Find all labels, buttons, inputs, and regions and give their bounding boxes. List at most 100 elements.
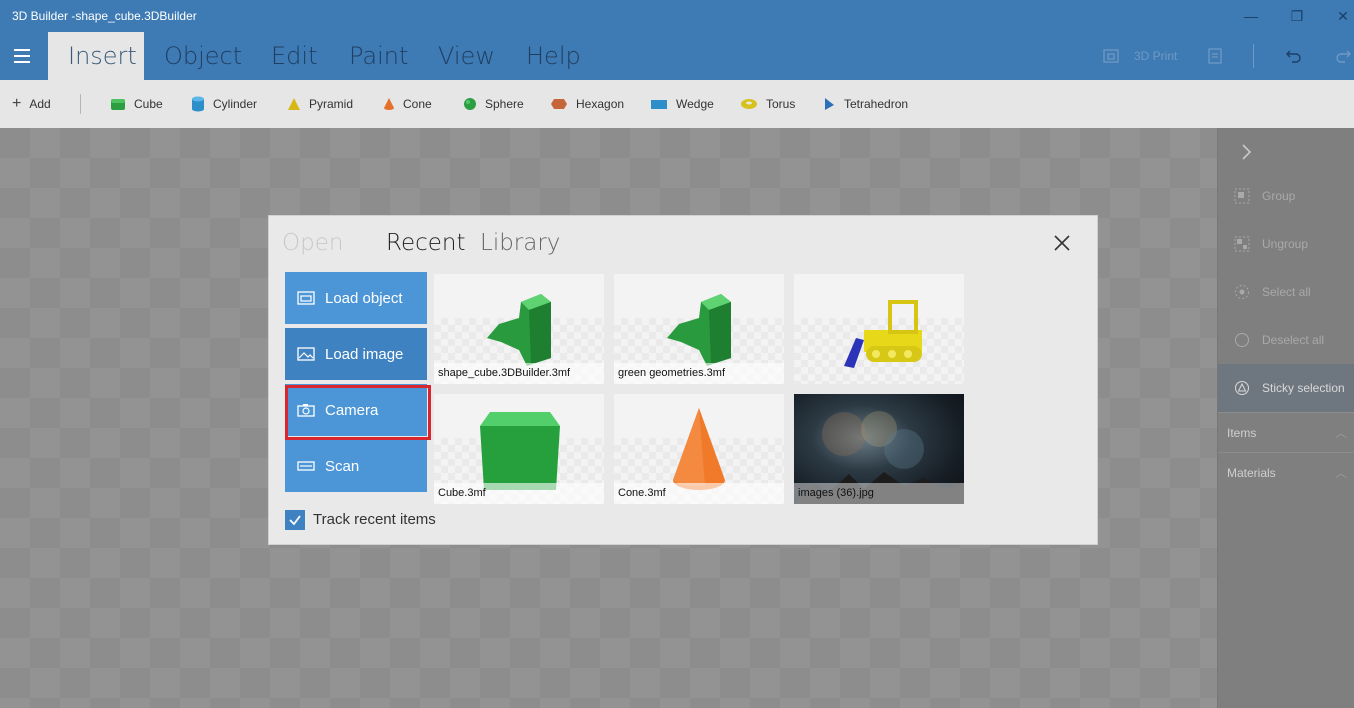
toolbar-divider xyxy=(80,94,81,114)
track-recent-checkbox[interactable] xyxy=(285,510,305,530)
sticky-selection-label: Sticky selection xyxy=(1262,381,1345,395)
group-label: Group xyxy=(1262,189,1296,203)
cone-label: Cone xyxy=(403,97,432,111)
recent-item-image[interactable]: images (36).jpg xyxy=(794,394,964,504)
group-button[interactable]: Group xyxy=(1218,172,1354,220)
ungroup-icon xyxy=(1234,236,1250,252)
folder-icon xyxy=(297,291,315,305)
select-all-icon xyxy=(1235,285,1249,299)
materials-section[interactable]: Materials ︿ xyxy=(1218,452,1354,492)
close-window-button[interactable]: ✕ xyxy=(1320,0,1354,32)
tab-open[interactable]: Open xyxy=(282,230,343,256)
wedge-label: Wedge xyxy=(676,97,714,111)
tab-help[interactable]: Help xyxy=(506,32,601,80)
close-icon xyxy=(1054,235,1070,251)
recent-item-bulldozer[interactable] xyxy=(794,274,964,384)
camera-highlight-box xyxy=(285,385,431,440)
checkmark-icon xyxy=(289,515,301,526)
green-shape-thumbnail xyxy=(667,294,731,366)
recent-item-caption: Cube.3mf xyxy=(434,483,604,504)
insert-hexagon-button[interactable]: Hexagon xyxy=(550,80,624,128)
collapse-panel-button[interactable] xyxy=(1234,140,1258,164)
wedge-icon xyxy=(651,100,667,109)
torus-label: Torus xyxy=(766,97,796,111)
insert-pyramid-button[interactable]: Pyramid xyxy=(287,80,353,128)
plus-icon: + xyxy=(12,95,22,112)
recent-item-green-geometries[interactable]: green geometries.3mf xyxy=(614,274,784,384)
open-dialog: Open Recent Library Load object Load ima… xyxy=(269,216,1097,544)
sphere-label: Sphere xyxy=(485,97,524,111)
insert-wedge-button[interactable]: Wedge xyxy=(650,80,714,128)
recent-item-cone[interactable]: Cone.3mf xyxy=(614,394,784,504)
undo-icon xyxy=(1286,50,1301,63)
cylinder-icon xyxy=(192,96,204,112)
ungroup-button[interactable]: Ungroup xyxy=(1218,220,1354,268)
recent-item-cube[interactable]: Cube.3mf xyxy=(434,394,604,504)
sticky-selection-button[interactable]: Sticky selection xyxy=(1218,364,1354,412)
load-object-label: Load object xyxy=(325,289,403,307)
insert-cone-button[interactable]: Cone xyxy=(383,80,432,128)
deselect-all-label: Deselect all xyxy=(1262,333,1325,347)
right-panel: Group Ungroup Select all Deselect all St… xyxy=(1217,128,1354,708)
cube-icon xyxy=(111,99,125,110)
scan-label: Scan xyxy=(325,457,360,475)
select-all-label: Select all xyxy=(1262,285,1311,299)
hamburger-menu-icon[interactable] xyxy=(0,32,44,80)
title-bar: 3D Builder -shape_cube.3DBuilder — ❐ ✕ xyxy=(0,0,1354,32)
scan-button[interactable]: Scan xyxy=(285,440,427,492)
insert-tetrahedron-button[interactable]: Tetrahedron xyxy=(822,80,908,128)
group-icon xyxy=(1234,188,1250,204)
recent-item-caption: images (36).jpg xyxy=(794,483,964,504)
minimize-button[interactable]: — xyxy=(1228,0,1274,32)
load-image-button[interactable]: Load image xyxy=(285,328,427,380)
insert-cube-button[interactable]: Cube xyxy=(110,80,163,128)
redo-button[interactable] xyxy=(1334,32,1352,80)
print-3d-label: 3D Print xyxy=(1134,49,1178,63)
items-section[interactable]: Items ︿ xyxy=(1218,412,1354,452)
tab-edit[interactable]: Edit xyxy=(251,32,337,80)
materials-section-label: Materials xyxy=(1227,465,1276,480)
tab-recent[interactable]: Recent xyxy=(386,230,466,256)
green-shape-thumbnail xyxy=(487,294,551,366)
dialog-close-button[interactable] xyxy=(1051,232,1073,254)
tab-paint[interactable]: Paint xyxy=(329,32,428,80)
cylinder-label: Cylinder xyxy=(213,97,258,111)
send-print-button[interactable] xyxy=(1206,32,1224,80)
ribbon: Insert Object Edit Paint View Help 3D Pr… xyxy=(0,32,1354,80)
pyramid-label: Pyramid xyxy=(309,97,354,111)
items-section-label: Items xyxy=(1227,425,1257,440)
tab-object[interactable]: Object xyxy=(144,32,262,80)
add-button[interactable]: + Add xyxy=(12,80,51,128)
image-icon xyxy=(297,347,315,361)
ribbon-divider xyxy=(1253,44,1254,68)
restore-button[interactable]: ❐ xyxy=(1274,0,1320,32)
load-image-label: Load image xyxy=(325,345,404,363)
print-3d-button[interactable]: 3D Print xyxy=(1102,32,1177,80)
sticky-selection-icon xyxy=(1235,381,1249,395)
window-title: 3D Builder -shape_cube.3DBuilder xyxy=(12,9,197,23)
redo-icon xyxy=(1336,50,1351,63)
undo-button[interactable] xyxy=(1285,32,1303,80)
hexagon-icon xyxy=(551,99,567,109)
green-cube-thumbnail xyxy=(480,412,560,490)
select-all-button[interactable]: Select all xyxy=(1218,268,1354,316)
load-object-button[interactable]: Load object xyxy=(285,272,427,324)
deselect-all-icon xyxy=(1235,333,1249,347)
pyramid-icon xyxy=(288,98,300,110)
insert-cylinder-button[interactable]: Cylinder xyxy=(191,80,257,128)
tab-library[interactable]: Library xyxy=(480,230,560,256)
tab-insert[interactable]: Insert xyxy=(48,32,144,80)
sphere-icon xyxy=(464,98,476,110)
insert-sphere-button[interactable]: Sphere xyxy=(463,80,524,128)
insert-torus-button[interactable]: Torus xyxy=(740,80,795,128)
chevron-right-icon xyxy=(1242,144,1252,160)
ungroup-label: Ungroup xyxy=(1262,237,1309,251)
print-3d-icon xyxy=(1103,49,1119,63)
chevron-up-icon: ︿ xyxy=(1334,466,1347,480)
recent-item-shape-cube[interactable]: shape_cube.3DBuilder.3mf xyxy=(434,274,604,384)
add-label: Add xyxy=(29,97,51,111)
tetrahedron-label: Tetrahedron xyxy=(844,97,909,111)
tab-view[interactable]: View xyxy=(418,32,515,80)
deselect-all-button[interactable]: Deselect all xyxy=(1218,316,1354,364)
hexagon-label: Hexagon xyxy=(576,97,625,111)
